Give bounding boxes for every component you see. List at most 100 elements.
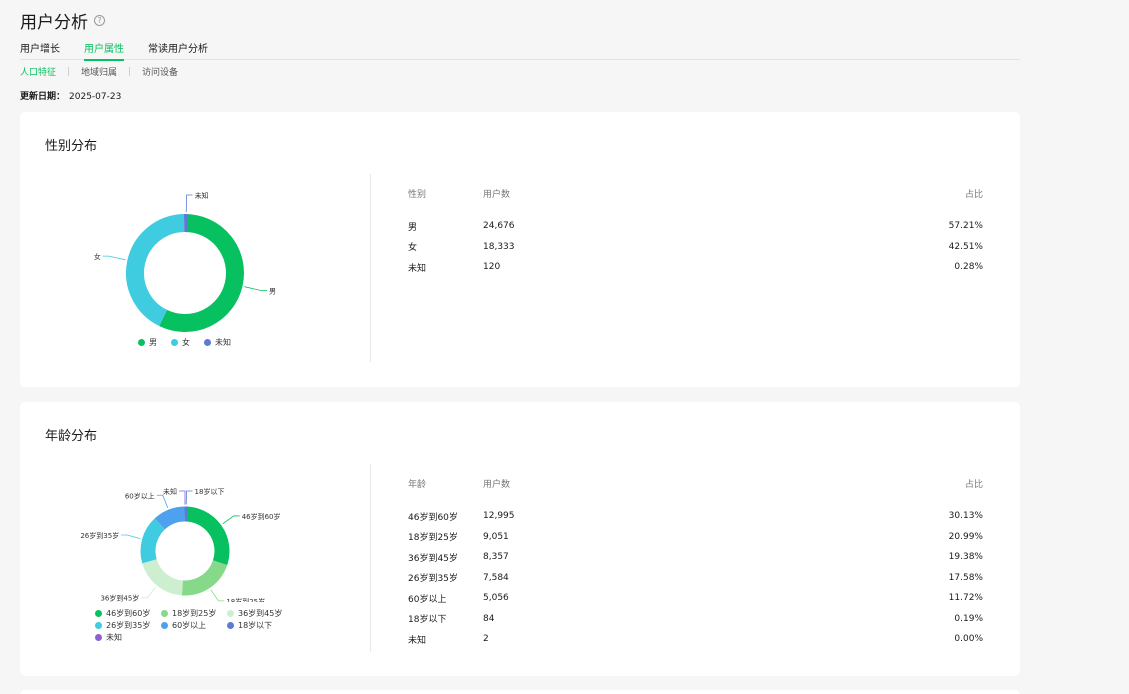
row-name: 未知 — [408, 635, 427, 646]
donut-slice[interactable] — [126, 214, 185, 327]
gender-table: 性别 用户数 占比 男 24,676 57.21% 女 18,333 42.51% 未知… — [408, 187, 983, 278]
legend-item[interactable]: 18岁以下 — [227, 620, 293, 631]
donut-slice[interactable] — [181, 559, 228, 596]
row-count: 2 — [483, 634, 489, 645]
leader-line — [121, 534, 141, 539]
slice-label: 60岁以上 — [125, 491, 155, 500]
age-table: 年龄 用户数 占比 46岁到60岁 12,995 30.13% 18岁到25岁 9,0… — [408, 477, 983, 650]
page-title: 用户分析 ? — [20, 8, 105, 33]
row-count: 5,056 — [483, 593, 509, 604]
row-count: 7,584 — [483, 572, 509, 583]
legend-label: 男 — [149, 338, 157, 347]
table-row: 26岁到35岁 7,584 17.58% — [408, 568, 983, 589]
age-card: 年龄分布 46岁到60岁 18岁到25岁 36岁到45岁 26岁到35岁 60岁以上 18… — [20, 402, 1020, 676]
donut-slice[interactable] — [142, 558, 184, 596]
slice-label: 未知 — [195, 191, 209, 200]
donut-slice[interactable] — [154, 506, 186, 530]
legend-item[interactable]: 26岁到35岁 — [95, 620, 161, 631]
card-divider — [370, 174, 371, 362]
legend-item[interactable]: 18岁到25岁 — [161, 608, 227, 619]
legend-label: 未知 — [215, 338, 231, 347]
header-gender: 性别 — [408, 190, 427, 200]
legend-dot — [227, 610, 234, 617]
legend-label: 未知 — [106, 633, 122, 642]
donut-slice[interactable] — [159, 214, 244, 332]
donut-slice[interactable] — [140, 518, 166, 564]
table-row: 女 18,333 42.51% — [408, 237, 983, 258]
legend-item[interactable]: 未知 — [204, 337, 231, 348]
row-name: 46岁到60岁 — [408, 512, 458, 523]
row-pct: 42.51% — [948, 241, 983, 252]
legend-item[interactable]: 男 — [138, 337, 157, 348]
age-donut-chart: 46岁到60岁 18岁到25岁 36岁到45岁 26岁到35岁 60岁以上 18岁以下 未知 — [80, 487, 281, 602]
subtab-demographics[interactable]: 人口特征 — [20, 65, 56, 78]
sub-tab-divider — [68, 67, 70, 76]
leader-line — [141, 586, 157, 599]
row-pct: 0.19% — [954, 613, 983, 624]
row-name: 60岁以上 — [408, 594, 447, 605]
legend-label: 46岁到60岁 — [106, 609, 151, 618]
legend-dot — [161, 610, 168, 617]
legend-item[interactable]: 36岁到45岁 — [227, 608, 293, 619]
header-count: 用户数 — [483, 480, 511, 490]
card-divider — [370, 464, 371, 652]
slice-label: 18岁以下 — [195, 487, 225, 496]
legend-label: 18岁以下 — [238, 621, 273, 630]
legend-item[interactable]: 未知 — [95, 632, 161, 643]
table-header: 性别 用户数 占比 — [408, 187, 983, 200]
row-count: 84 — [483, 613, 495, 624]
row-name: 男 — [408, 222, 418, 233]
table-header: 年龄 用户数 占比 — [408, 477, 983, 490]
update-date-label: 更新日期： — [20, 92, 66, 102]
row-count: 18,333 — [483, 241, 515, 252]
row-name: 26岁到35岁 — [408, 574, 458, 585]
subtab-region[interactable]: 地域归属 — [81, 65, 117, 78]
row-name: 未知 — [408, 263, 427, 274]
update-date: 更新日期： 2025-07-23 — [20, 89, 121, 102]
slice-label: 女 — [94, 252, 101, 261]
legend-item[interactable]: 女 — [171, 337, 190, 348]
table-row: 60岁以上 5,056 11.72% — [408, 588, 983, 609]
leader-line — [210, 589, 225, 602]
legend-label: 26岁到35岁 — [106, 621, 151, 630]
row-count: 24,676 — [483, 221, 515, 232]
table-row: 18岁到25岁 9,051 20.99% — [408, 527, 983, 548]
legend-item[interactable]: 60岁以上 — [161, 620, 227, 631]
legend-dot — [95, 634, 102, 641]
row-pct: 20.99% — [948, 531, 983, 542]
leader-line — [102, 255, 126, 261]
table-row: 36岁到45岁 8,357 19.38% — [408, 547, 983, 568]
row-count: 8,357 — [483, 552, 509, 563]
tab-user-attributes[interactable]: 用户属性 — [84, 40, 124, 61]
gender-legend: 男 女 未知 — [138, 337, 231, 348]
update-date-value: 2025-07-23 — [69, 92, 122, 102]
sub-tab-divider — [129, 67, 131, 76]
header-count: 用户数 — [483, 190, 511, 200]
age-legend: 46岁到60岁 18岁到25岁 36岁到45岁 26岁到35岁 60岁以上 18… — [95, 608, 295, 643]
header-age: 年龄 — [408, 480, 427, 490]
donut-slice[interactable] — [184, 506, 230, 566]
row-count: 12,995 — [483, 511, 515, 522]
leader-line — [156, 494, 169, 508]
tab-user-growth[interactable]: 用户增长 — [20, 40, 60, 60]
age-card-title: 年龄分布 — [45, 429, 98, 444]
legend-dot — [95, 622, 102, 629]
slice-label: 未知 — [163, 487, 177, 496]
subtab-device[interactable]: 访问设备 — [142, 65, 178, 78]
legend-dot — [227, 622, 234, 629]
legend-dot — [138, 339, 145, 346]
row-count: 9,051 — [483, 531, 509, 542]
leader-line — [244, 286, 268, 291]
help-icon[interactable]: ? — [94, 15, 105, 26]
tab-frequent-readers[interactable]: 常读用户分析 — [148, 40, 208, 60]
row-name: 女 — [408, 243, 418, 254]
row-pct: 17.58% — [948, 572, 983, 583]
gender-card: 性别分布 男女未知 男 女 未知 性别 用户数 占比 男 24,676 57.21%… — [20, 112, 1020, 387]
row-pct: 57.21% — [948, 221, 983, 232]
slice-label: 男 — [269, 288, 276, 296]
legend-item[interactable]: 46岁到60岁 — [95, 608, 161, 619]
table-row: 未知 120 0.28% — [408, 257, 983, 278]
slice-label: 46岁到60岁 — [242, 512, 281, 521]
legend-label: 18岁到25岁 — [172, 609, 217, 618]
row-pct: 30.13% — [948, 511, 983, 522]
